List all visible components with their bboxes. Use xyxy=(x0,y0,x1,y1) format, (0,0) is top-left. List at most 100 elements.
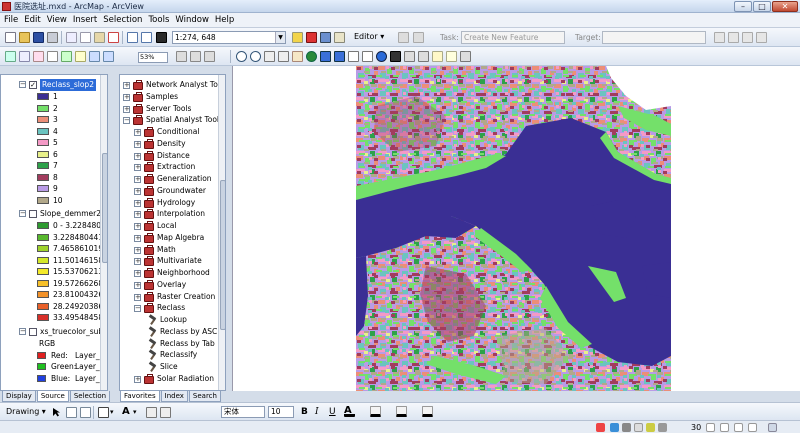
font-size-select[interactable]: 10 xyxy=(268,406,294,418)
expand-icon[interactable]: + xyxy=(134,258,141,266)
toolbox-scrollbar[interactable] xyxy=(218,75,225,390)
target-select[interactable] xyxy=(602,31,706,44)
zoom-element-icon[interactable] xyxy=(80,407,91,418)
toolbox-item[interactable]: + Local xyxy=(120,220,220,232)
pan-page-icon[interactable] xyxy=(47,51,58,62)
toolbox-item-label[interactable]: Server Tools xyxy=(146,103,191,115)
expand-icon[interactable]: + xyxy=(134,223,141,230)
reclass-raster-map[interactable] xyxy=(356,66,671,391)
editor-menu-button[interactable]: Editor ▾ xyxy=(352,31,386,42)
select-pointer-icon[interactable] xyxy=(52,407,63,418)
menu-tools[interactable]: Tools xyxy=(148,15,169,25)
expand-icon[interactable]: + xyxy=(134,270,141,277)
copy-icon[interactable] xyxy=(80,32,91,43)
toolbox-item[interactable]: + Distance xyxy=(120,150,220,162)
rotate-element-icon[interactable] xyxy=(66,407,77,418)
new-document-icon[interactable] xyxy=(5,32,16,43)
layer-name[interactable]: Reclass_slop2 xyxy=(40,79,96,91)
new-splined-text-icon[interactable] xyxy=(146,407,157,418)
toolbox-item[interactable]: + Solar Radiation xyxy=(120,373,220,385)
keyboard-icon[interactable] xyxy=(634,423,643,432)
chevron-down-icon[interactable]: ▼ xyxy=(275,32,285,43)
fill-color-icon[interactable] xyxy=(370,406,381,417)
command-line-icon[interactable] xyxy=(334,32,345,43)
expand-icon[interactable]: + xyxy=(134,234,141,242)
toolbox-item-label[interactable]: Raster Creation xyxy=(157,291,215,303)
layer-visibility-checkbox[interactable]: ✓ xyxy=(29,81,37,89)
rotate-tool-icon[interactable] xyxy=(728,32,739,43)
tab-source[interactable]: Source xyxy=(36,391,69,402)
paste-icon[interactable] xyxy=(94,32,105,43)
toolbox-item-label[interactable]: Overlay xyxy=(157,279,186,291)
menu-insert[interactable]: Insert xyxy=(73,15,97,25)
zoom-percent-combo[interactable]: 53% xyxy=(138,52,168,63)
toolbox-item-label[interactable]: Map Algebra xyxy=(157,232,204,244)
toolbox-item[interactable]: Reclass by ASC xyxy=(120,326,220,338)
close-button[interactable]: ✕ xyxy=(772,1,798,12)
expand-icon[interactable]: + xyxy=(134,375,141,383)
line-color-icon[interactable] xyxy=(396,406,407,417)
toolbox-item-label[interactable]: Reclass xyxy=(157,302,185,314)
toolbox-item[interactable]: Reclass by Tab xyxy=(120,338,220,350)
emoji-icon[interactable] xyxy=(646,423,655,432)
redo-icon[interactable] xyxy=(141,32,152,43)
toolbox-item[interactable]: Lookup xyxy=(120,314,220,326)
sketch-properties-icon[interactable] xyxy=(756,32,767,43)
bold-button[interactable]: B xyxy=(301,407,308,417)
toolbox-item-label[interactable]: Conditional xyxy=(157,126,199,138)
toolbox-item-label[interactable]: Math xyxy=(157,244,176,256)
new-rectangle-icon[interactable] xyxy=(98,407,109,418)
ime-icon[interactable] xyxy=(596,423,605,432)
underline-button[interactable]: U xyxy=(329,407,336,417)
measure-icon[interactable] xyxy=(404,51,415,62)
change-layout-icon[interactable] xyxy=(204,51,215,62)
map-scale-combo[interactable]: 1:274, 648 ▼ xyxy=(172,31,286,44)
tray-icon-1[interactable] xyxy=(706,423,715,432)
tab-favorites[interactable]: Favorites xyxy=(120,391,160,402)
toolbox-item-label[interactable]: Slice xyxy=(160,361,178,373)
tray-icon-2[interactable] xyxy=(720,423,729,432)
toolbox-item[interactable]: − Spatial Analyst Tools xyxy=(120,114,223,126)
expand-icon[interactable]: + xyxy=(134,293,141,301)
back-arrow-icon[interactable] xyxy=(320,51,331,62)
toolbox-item[interactable]: + Multivariate xyxy=(120,255,220,267)
toolbox-item-label[interactable]: Reclass by ASC xyxy=(160,326,217,338)
tab-index[interactable]: Index xyxy=(160,391,188,402)
zoom-in-icon[interactable] xyxy=(236,51,247,62)
toolbox-item-label[interactable]: Groundwater xyxy=(157,185,206,197)
editor-toolbar-icon[interactable] xyxy=(292,32,303,43)
expand-icon[interactable]: + xyxy=(134,164,141,172)
toolbox-item[interactable]: + Overlay xyxy=(120,279,220,291)
catalog-icon[interactable] xyxy=(320,32,331,43)
expand-icon[interactable]: + xyxy=(134,281,141,289)
expand-icon[interactable]: + xyxy=(134,140,141,148)
save-icon[interactable] xyxy=(33,32,44,43)
layer-visibility-checkbox[interactable] xyxy=(29,210,37,218)
sketch-tool-icon[interactable] xyxy=(398,32,409,43)
drawing-menu-button[interactable]: Drawing ▾ xyxy=(6,407,46,416)
pan-hand-icon[interactable] xyxy=(292,51,303,62)
zoom-whole-page-icon[interactable] xyxy=(61,51,72,62)
chinese-input-icon[interactable] xyxy=(610,423,619,432)
minimize-button[interactable]: – xyxy=(734,1,752,12)
toolbox-item-label[interactable]: Neighborhood xyxy=(157,267,210,279)
toolbox-item-label[interactable]: Solar Radiation xyxy=(157,373,214,385)
toolbox-item-label[interactable]: Samples xyxy=(146,91,178,103)
toolbox-item[interactable]: + Samples xyxy=(120,91,220,103)
collapse-icon[interactable]: − xyxy=(134,305,141,313)
map-view[interactable] xyxy=(232,66,800,391)
italic-button[interactable]: I xyxy=(315,407,319,417)
toolbox-item[interactable]: + Groundwater xyxy=(120,185,220,197)
layer-row-1[interactable]: − Slope_demmer2 xyxy=(1,208,101,220)
tray-icon-3[interactable] xyxy=(734,423,743,432)
size-grip-icon[interactable] xyxy=(768,423,777,432)
maximize-button[interactable]: □ xyxy=(753,1,771,12)
previous-extent-page-icon[interactable] xyxy=(89,51,100,62)
expand-icon[interactable]: + xyxy=(134,152,141,160)
collapse-icon[interactable]: − xyxy=(19,210,26,217)
select-elements-icon[interactable] xyxy=(362,51,373,62)
menu-view[interactable]: View xyxy=(47,15,67,25)
undo-icon[interactable] xyxy=(127,32,138,43)
toolbox-item-label[interactable]: Reclassify xyxy=(160,349,197,361)
swipe-icon[interactable] xyxy=(460,51,471,62)
